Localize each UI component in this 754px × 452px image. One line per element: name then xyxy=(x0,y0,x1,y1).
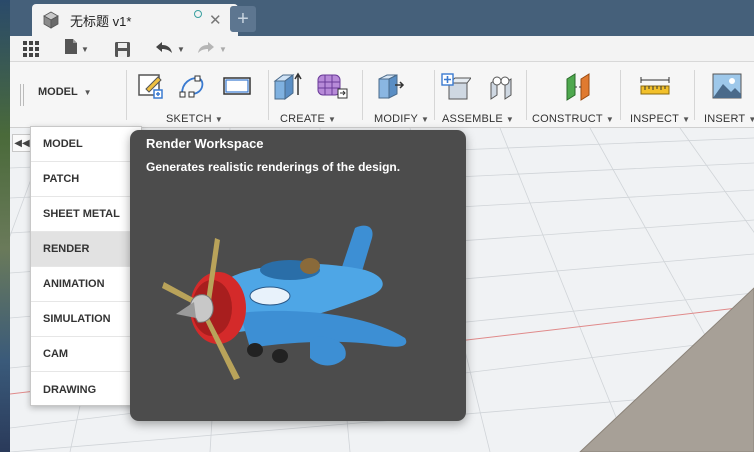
undo-icon xyxy=(154,40,174,59)
divider xyxy=(694,70,695,120)
divider xyxy=(526,70,527,120)
extrude-icon xyxy=(273,72,302,100)
render-workspace-tooltip: Render Workspace Generates realistic ren… xyxy=(130,130,466,421)
divider xyxy=(434,70,435,120)
chevron-down-icon: ▼ xyxy=(219,44,227,54)
redo-button[interactable]: ▼ xyxy=(196,40,227,58)
workspace-switcher[interactable]: MODEL ▼ xyxy=(38,86,92,98)
ribbon-grip-handle[interactable] xyxy=(20,84,24,106)
toolbar-ribbon: MODEL ▼ SKETCH ▼ CREATE ▼ MODIFY ▼ ASSEM… xyxy=(10,62,754,128)
sketch-icon xyxy=(138,74,163,99)
desktop-background-strip xyxy=(0,0,10,452)
sync-status-icon xyxy=(194,10,202,18)
menu-item-patch[interactable]: PATCH xyxy=(31,162,141,197)
close-tab-icon[interactable]: ✕ xyxy=(209,11,222,29)
menu-item-drawing[interactable]: DRAWING xyxy=(31,372,141,407)
create-sketch-tool[interactable] xyxy=(134,70,168,102)
menu-item-render[interactable]: RENDER xyxy=(31,232,141,267)
form-icon xyxy=(317,74,348,99)
press-pull-tool[interactable] xyxy=(372,70,406,102)
modify-menu[interactable]: MODIFY ▼ xyxy=(374,113,429,125)
divider xyxy=(620,70,621,120)
workspace-label: MODEL xyxy=(38,86,78,98)
assemble-menu[interactable]: ASSEMBLE ▼ xyxy=(442,113,514,125)
menu-item-animation[interactable]: ANIMATION xyxy=(31,267,141,302)
divider xyxy=(268,70,269,120)
form-tool[interactable] xyxy=(314,70,348,102)
menu-item-cam[interactable]: CAM xyxy=(31,337,141,372)
file-icon xyxy=(64,38,78,60)
quick-access-toolbar: ▼ ▼ ▼ xyxy=(10,36,754,62)
workspace-dropdown-menu: MODEL PATCH SHEET METAL RENDER ANIMATION… xyxy=(30,126,142,406)
document-title: 无标题 v1* xyxy=(70,13,132,29)
insert-menu[interactable]: INSERT ▼ xyxy=(704,113,754,125)
app-grid-icon[interactable] xyxy=(22,40,40,58)
sketch-menu[interactable]: SKETCH ▼ xyxy=(166,113,223,125)
offset-plane-tool[interactable] xyxy=(562,70,596,102)
extrude-tool[interactable] xyxy=(270,70,304,102)
title-bar: 无标题 v1* ✕ + xyxy=(10,0,754,36)
joint-icon xyxy=(490,76,512,100)
tooltip-description: Generates realistic renderings of the de… xyxy=(146,160,401,174)
divider xyxy=(126,70,127,120)
menu-item-simulation[interactable]: SIMULATION xyxy=(31,302,141,337)
divider xyxy=(362,70,363,120)
ruler-icon xyxy=(640,77,670,95)
new-component-icon xyxy=(441,73,471,100)
menu-item-model[interactable]: MODEL xyxy=(31,127,141,162)
spline-icon xyxy=(179,75,204,98)
inspect-menu[interactable]: INSPECT ▼ xyxy=(630,113,690,125)
redo-icon xyxy=(196,40,216,59)
menu-item-sheet-metal[interactable]: SHEET METAL xyxy=(31,197,141,232)
file-menu-button[interactable]: ▼ xyxy=(64,38,89,60)
create-menu[interactable]: CREATE ▼ xyxy=(280,113,336,125)
chevron-down-icon: ▼ xyxy=(81,44,89,54)
construct-menu[interactable]: CONSTRUCT ▼ xyxy=(532,113,614,125)
insert-image-tool[interactable] xyxy=(710,70,744,102)
toy-airplane-render-icon xyxy=(162,225,407,380)
measure-tool[interactable] xyxy=(638,70,672,102)
save-icon[interactable] xyxy=(114,40,131,58)
new-tab-button[interactable]: + xyxy=(230,6,256,32)
rectangle-tool[interactable] xyxy=(220,70,254,102)
image-icon xyxy=(712,73,742,99)
document-tab[interactable]: 无标题 v1* ✕ xyxy=(32,4,238,36)
chevron-down-icon: ▼ xyxy=(83,88,92,97)
cube-icon xyxy=(42,11,60,29)
joint-tool[interactable] xyxy=(484,70,518,102)
press-pull-icon xyxy=(378,74,405,99)
tooltip-title: Render Workspace xyxy=(146,136,264,151)
chevron-down-icon: ▼ xyxy=(177,44,185,54)
collapse-browser-button[interactable]: ◀◀ xyxy=(12,134,32,152)
spline-tool[interactable] xyxy=(176,70,210,102)
new-component-tool[interactable] xyxy=(438,70,472,102)
undo-button[interactable]: ▼ xyxy=(154,40,185,58)
rectangle-icon xyxy=(223,77,251,95)
offset-plane-icon xyxy=(566,73,590,101)
